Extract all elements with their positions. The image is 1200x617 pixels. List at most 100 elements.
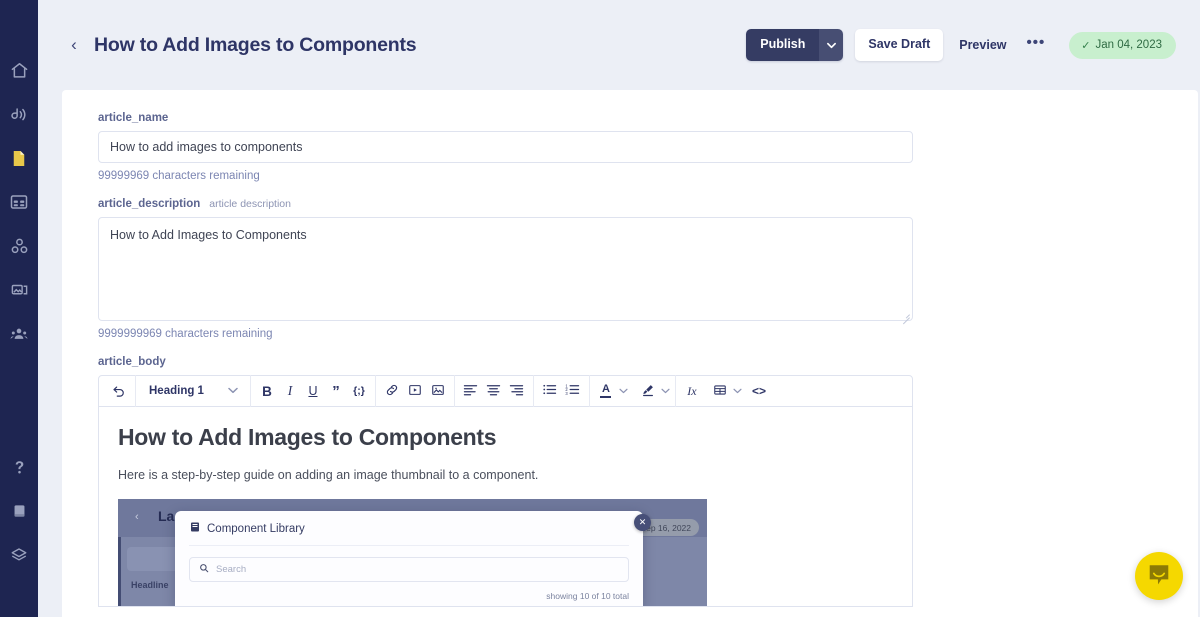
- article-name-input[interactable]: How to add images to components: [98, 131, 913, 163]
- underline-icon: U: [308, 384, 318, 398]
- insert-table-button[interactable]: [709, 379, 731, 403]
- toolbar-group-lists: 1 2 3: [534, 375, 590, 407]
- video-button[interactable]: [404, 379, 426, 403]
- publish-dropdown-toggle[interactable]: [819, 29, 844, 61]
- code-braces-icon: {;}: [353, 385, 365, 397]
- sidebar-item-components[interactable]: [0, 224, 38, 268]
- back-button[interactable]: ‹: [62, 33, 86, 57]
- chevron-down-icon: [228, 385, 238, 397]
- angle-brackets-icon: <>: [751, 384, 766, 398]
- sidebar-item-broadcast[interactable]: [0, 92, 38, 136]
- field-article-description: article_description article description …: [98, 198, 1162, 340]
- book-icon: [11, 502, 28, 520]
- align-center-icon: [486, 383, 501, 399]
- toolbar-group-insert: [376, 375, 455, 407]
- align-right-button[interactable]: [506, 379, 528, 403]
- highlight-color-control[interactable]: [637, 379, 670, 403]
- textarea-resize-handle[interactable]: [901, 309, 910, 318]
- status-badge: ✓ Jan 04, 2023: [1069, 31, 1176, 59]
- embed-sidebar-strip: [118, 537, 121, 606]
- toolbar-group-color: A: [590, 375, 676, 407]
- numbered-list-button[interactable]: 1 2 3: [562, 379, 584, 403]
- field-article-name: article_name How to add images to compon…: [98, 112, 1162, 182]
- article-name-char-count: 99999969 characters remaining: [98, 170, 260, 182]
- sidebar-item-document[interactable]: [0, 136, 38, 180]
- embed-component-library-modal: Component Library Search showing 10 of 1…: [175, 511, 651, 606]
- table-icon: [713, 383, 727, 400]
- table-control[interactable]: [709, 379, 742, 403]
- highlighter-icon: [641, 383, 655, 400]
- code-block-button[interactable]: {;}: [348, 379, 370, 403]
- chevron-down-icon[interactable]: [661, 387, 670, 396]
- toolbar-group-inline: B I U ” {;}: [251, 375, 376, 407]
- sidebar-item-home[interactable]: [0, 48, 38, 92]
- toolbar-group-style: Heading 1: [136, 375, 251, 407]
- chevron-down-icon: [826, 36, 836, 54]
- align-left-icon: [463, 383, 478, 399]
- embed-back-icon: ‹: [135, 511, 139, 523]
- editor-toolbar: Heading 1 B I U ” {;} 1 2 3 A Ix <>: [98, 375, 913, 407]
- publish-button-group: Publish: [746, 29, 844, 61]
- article-name-label: article_name: [98, 112, 1162, 124]
- image-icon: [431, 383, 445, 400]
- embed-modal-title-text: Component Library: [207, 522, 305, 535]
- clear-formatting-button[interactable]: Ix: [681, 379, 703, 403]
- text-color-button[interactable]: A: [595, 379, 617, 403]
- embed-search-placeholder: Search: [216, 564, 247, 575]
- editor-content-area[interactable]: How to Add Images to Components Here is …: [98, 407, 913, 607]
- embedded-screenshot[interactable]: ‹ La Headline ✎ Sep 16, 2022: [118, 499, 707, 606]
- underline-button[interactable]: U: [302, 379, 324, 403]
- embed-app-title: La: [158, 508, 175, 524]
- bullet-list-button[interactable]: [539, 379, 561, 403]
- chevron-down-icon[interactable]: [619, 387, 628, 396]
- save-draft-button[interactable]: Save Draft: [855, 29, 944, 61]
- toolbar-group-history: [103, 375, 136, 407]
- text-color-control[interactable]: A: [595, 379, 628, 403]
- align-center-button[interactable]: [483, 379, 505, 403]
- paragraph-style-select[interactable]: Heading 1: [141, 379, 245, 403]
- article-description-hint: article description: [209, 198, 291, 210]
- messenger-launcher-button[interactable]: [1135, 552, 1183, 600]
- align-left-button[interactable]: [460, 379, 482, 403]
- embed-modal-title: Component Library: [189, 521, 629, 546]
- chat-bubble-icon: [1146, 561, 1172, 592]
- sidebar-item-audience[interactable]: [0, 312, 38, 356]
- audience-icon: [9, 325, 29, 343]
- bullet-list-icon: [542, 383, 557, 399]
- article-description-value: How to Add Images to Components: [110, 228, 307, 242]
- numbered-list-icon: 1 2 3: [565, 383, 580, 399]
- quote-icon: ”: [332, 382, 340, 400]
- home-icon: [10, 61, 29, 80]
- sidebar-item-library[interactable]: [0, 489, 38, 533]
- italic-button[interactable]: I: [279, 379, 301, 403]
- embed-close-icon[interactable]: ✕: [634, 514, 651, 531]
- sidebar-item-help[interactable]: [0, 445, 38, 489]
- embed-showing-count: showing 10 of 10 total: [546, 591, 629, 601]
- bold-button[interactable]: B: [256, 379, 278, 403]
- document-heading: How to Add Images to Components: [118, 424, 497, 450]
- link-button[interactable]: [381, 379, 403, 403]
- undo-icon: [112, 383, 126, 400]
- preview-button[interactable]: Preview: [949, 30, 1016, 61]
- toolbar-group-tools: Ix <>: [676, 375, 775, 407]
- article-description-textarea[interactable]: How to Add Images to Components: [98, 217, 913, 321]
- html-source-button[interactable]: <>: [748, 379, 770, 403]
- embed-search-input[interactable]: Search: [189, 557, 629, 582]
- italic-icon: I: [287, 383, 293, 398]
- media-icon: [10, 281, 29, 299]
- more-options-button[interactable]: •••: [1019, 31, 1054, 60]
- primary-sidebar: [0, 0, 38, 617]
- components-icon: [10, 237, 29, 256]
- sidebar-item-media[interactable]: [0, 268, 38, 312]
- undo-button[interactable]: [108, 379, 130, 403]
- sidebar-item-layers[interactable]: [0, 533, 38, 577]
- chevron-down-icon[interactable]: [733, 387, 742, 396]
- blockquote-button[interactable]: ”: [325, 379, 347, 403]
- page-title: How to Add Images to Components: [94, 33, 417, 56]
- header-actions: Publish Save Draft Preview ••• ✓ Jan 04,…: [746, 29, 1176, 61]
- broadcast-icon: [10, 105, 29, 124]
- image-button[interactable]: [427, 379, 449, 403]
- sidebar-item-table[interactable]: [0, 180, 38, 224]
- highlight-button[interactable]: [637, 379, 659, 403]
- publish-button[interactable]: Publish: [746, 29, 820, 61]
